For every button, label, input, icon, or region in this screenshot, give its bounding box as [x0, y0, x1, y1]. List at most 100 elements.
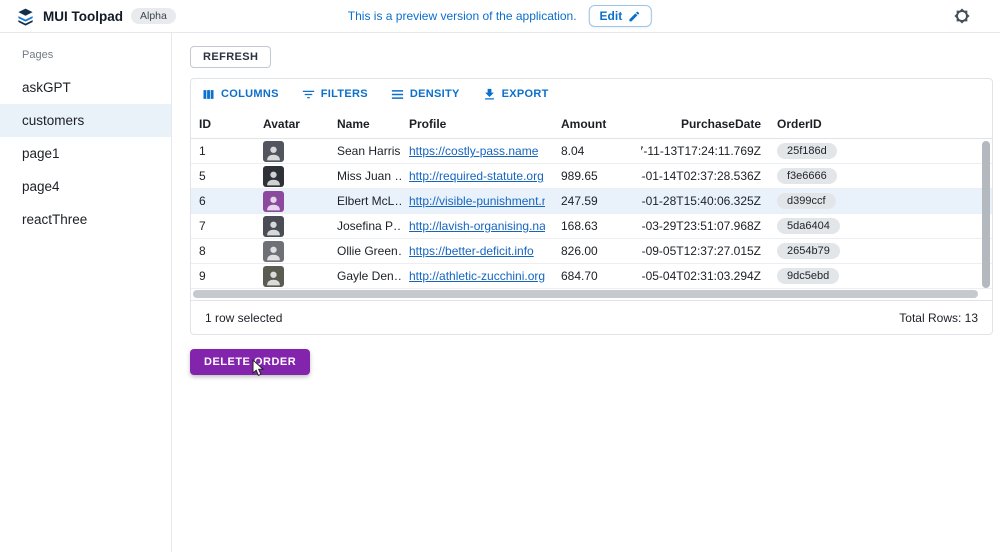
order-id-chip[interactable]: 2654b79	[777, 243, 840, 259]
horizontal-scrollbar[interactable]	[191, 289, 992, 300]
profile-link[interactable]: http://athletic-zucchini.org	[409, 269, 545, 283]
cell-purchase_date: 2088-05-04T02:31:03.294Z	[641, 264, 769, 288]
sun-icon	[954, 8, 970, 24]
grid-toolbar: COLUMNS FILTERS DENSITY EXPORT	[191, 79, 992, 109]
cell-amount: 8.04	[553, 139, 641, 163]
sidebar-item-reactThree[interactable]: reactThree	[0, 203, 171, 236]
refresh-button[interactable]: REFRESH	[190, 46, 271, 68]
table-row[interactable]: 9Gayle Den…http://athletic-zucchini.org6…	[191, 264, 992, 289]
theme-toggle-button[interactable]	[954, 8, 970, 24]
cell-amount: 684.70	[553, 264, 641, 288]
toolbar-filters-button[interactable]: FILTERS	[301, 87, 368, 102]
data-grid: COLUMNS FILTERS DENSITY EXPORT IDAvatarName…	[190, 78, 993, 335]
grid-header-row: IDAvatarNameProfileAmountPurchaseDateOrd…	[191, 109, 992, 139]
toolbar-export-button[interactable]: EXPORT	[482, 87, 549, 102]
horizontal-scrollbar-thumb[interactable]	[193, 290, 978, 298]
table-row[interactable]: 1 Sean Harris https://costly-pass.name 8.04…	[191, 139, 992, 164]
vertical-scrollbar-thumb[interactable]	[982, 141, 990, 288]
table-row[interactable]: 8Ollie Green…https://better-deficit.info…	[191, 239, 992, 264]
edit-button[interactable]: Edit	[589, 5, 653, 27]
main-content: REFRESH COLUMNS FILTERS DENSITY EXPORT IDAv…	[172, 33, 1000, 552]
delete-order-button[interactable]: DELETE ORDER	[190, 349, 310, 375]
column-header-amount[interactable]: Amount	[553, 109, 641, 138]
column-header-purchase_date[interactable]: PurchaseDate	[641, 109, 769, 138]
density-icon	[390, 87, 405, 102]
cell-avatar	[255, 214, 329, 238]
avatar-image	[263, 241, 284, 262]
cell-profile: http://lavish-organising.name	[401, 214, 553, 238]
download-icon	[482, 87, 497, 102]
sidebar-item-customers[interactable]: customers	[0, 104, 171, 137]
cell-order_id: d399ccf	[769, 189, 984, 213]
cell-purchase_date: 2076-03-29T23:51:07.968Z	[641, 214, 769, 238]
cell-name: Sean Harris	[329, 139, 401, 163]
avatar-image	[263, 216, 284, 237]
toolbar-button-label: EXPORT	[502, 88, 549, 100]
column-header-order_id[interactable]: OrderID	[769, 109, 984, 138]
column-header-avatar[interactable]: Avatar	[255, 109, 329, 138]
profile-link[interactable]: http://visible-punishment.net	[409, 194, 545, 208]
vertical-scrollbar[interactable]	[982, 140, 991, 289]
filter-list-icon	[301, 87, 316, 102]
table-row[interactable]: 6 Elbert McL… http://visible-punishment.ne…	[191, 189, 992, 214]
total-rows-count: Total Rows: 13	[899, 311, 978, 325]
column-header-profile[interactable]: Profile	[401, 109, 553, 138]
cell-avatar	[255, 164, 329, 188]
cell-profile: http://required-statute.org	[401, 164, 553, 188]
profile-link[interactable]: https://better-deficit.info	[409, 244, 534, 258]
cell-id: 9	[191, 264, 255, 288]
toolbar-button-label: COLUMNS	[221, 88, 279, 100]
grid-body: 1 Sean Harris https://costly-pass.name 8.04…	[191, 139, 992, 289]
avatar-image	[263, 166, 284, 187]
app-bar: MUI Toolpad Alpha This is a preview vers…	[0, 0, 1000, 33]
column-header-name[interactable]: Name	[329, 109, 401, 138]
cell-avatar	[255, 189, 329, 213]
cell-id: 6	[191, 189, 255, 213]
selected-rows-count: 1 row selected	[205, 311, 282, 325]
column-header-id[interactable]: ID	[191, 109, 255, 138]
toolbar-density-button[interactable]: DENSITY	[390, 87, 460, 102]
cell-avatar	[255, 139, 329, 163]
cell-id: 1	[191, 139, 255, 163]
cell-id: 5	[191, 164, 255, 188]
cell-amount: 247.59	[553, 189, 641, 213]
order-id-chip[interactable]: 5da6404	[777, 218, 840, 234]
order-id-chip[interactable]: d399ccf	[777, 193, 836, 209]
sidebar-items: askGPTcustomerspage1page4reactThree	[0, 71, 171, 236]
order-id-chip[interactable]: 25f186d	[777, 143, 837, 159]
sidebar: Pages askGPTcustomerspage1page4reactThre…	[0, 33, 172, 552]
toolbar-columns-button[interactable]: COLUMNS	[201, 87, 279, 102]
toolpad-logo-icon	[16, 7, 35, 26]
sidebar-item-page1[interactable]: page1	[0, 137, 171, 170]
table-row[interactable]: 7 Josefina P… http://lavish-organising.nam…	[191, 214, 992, 239]
profile-link[interactable]: http://lavish-organising.name	[409, 219, 545, 233]
avatar-image	[263, 266, 284, 287]
cell-id: 7	[191, 214, 255, 238]
profile-link[interactable]: https://costly-pass.name	[409, 144, 538, 158]
toolbar-button-label: FILTERS	[321, 88, 368, 100]
cell-amount: 989.65	[553, 164, 641, 188]
app-title: MUI Toolpad	[43, 9, 123, 24]
order-id-chip[interactable]: 9dc5ebd	[777, 268, 839, 284]
cell-name: Josefina P…	[329, 214, 401, 238]
sidebar-item-page4[interactable]: page4	[0, 170, 171, 203]
order-id-chip[interactable]: f3e6666	[777, 168, 837, 184]
cell-name: Ollie Green…	[329, 239, 401, 263]
edit-button-label: Edit	[600, 9, 623, 23]
table-row[interactable]: 5 Miss Juan … http://required-statute.org 9…	[191, 164, 992, 189]
cell-order_id: 5da6404	[769, 214, 984, 238]
preview-banner-text: This is a preview version of the applica…	[348, 9, 577, 23]
cell-name: Miss Juan …	[329, 164, 401, 188]
cell-name: Elbert McL…	[329, 189, 401, 213]
cell-amount: 168.63	[553, 214, 641, 238]
view-columns-icon	[201, 87, 216, 102]
cell-order_id: f3e6666	[769, 164, 984, 188]
cell-purchase_date: 1997-11-13T17:24:11.769Z	[641, 139, 769, 163]
cell-profile: http://athletic-zucchini.org	[401, 264, 553, 288]
cell-order_id: 25f186d	[769, 139, 984, 163]
pencil-icon	[628, 10, 641, 23]
avatar-image	[263, 141, 284, 162]
profile-link[interactable]: http://required-statute.org	[409, 169, 544, 183]
sidebar-item-askGPT[interactable]: askGPT	[0, 71, 171, 104]
alpha-badge: Alpha	[131, 8, 176, 24]
